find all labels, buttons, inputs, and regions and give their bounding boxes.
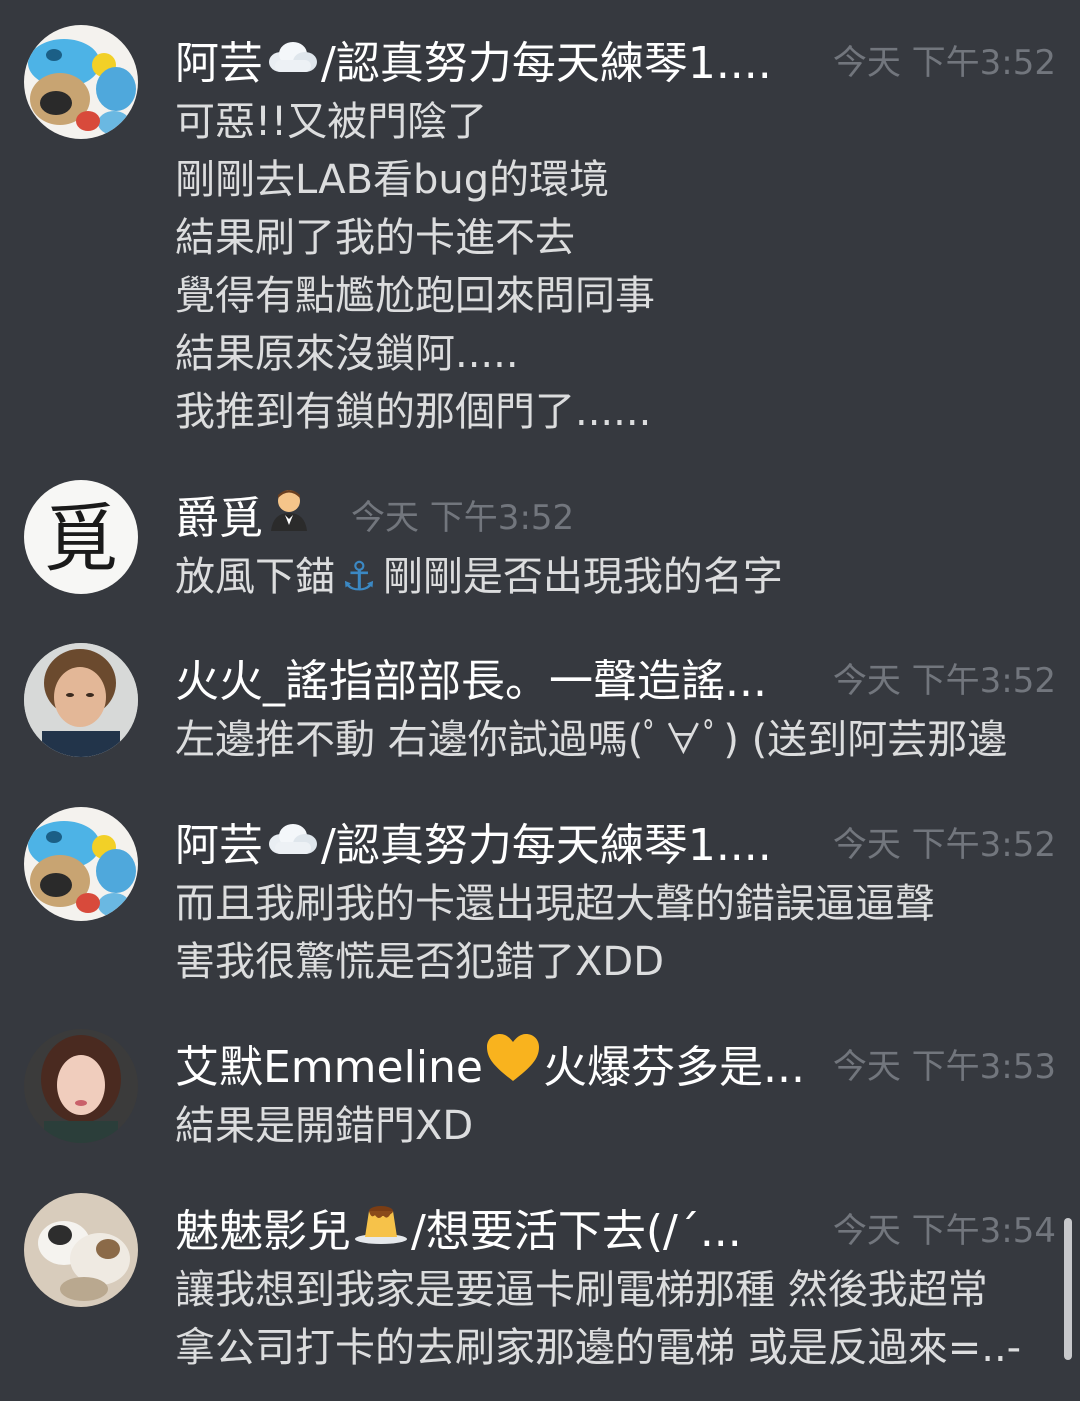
calligraphy-avatar-icon: 覓 xyxy=(24,480,138,594)
woman-photo-avatar-icon xyxy=(24,643,138,757)
girl-photo-avatar-icon xyxy=(24,1029,138,1143)
message-header: 爵覓 今天 下午3:52 xyxy=(175,480,1056,548)
timestamp: 今天 下午3:54 xyxy=(832,1210,1056,1251)
timestamp: 今天 下午3:52 xyxy=(832,660,1056,701)
message-line: 害我很驚慌是否犯錯了XDD xyxy=(175,939,665,985)
avatar[interactable] xyxy=(24,25,138,139)
username[interactable]: 艾默Emmeline 火爆芬多是... xyxy=(175,1031,805,1095)
username[interactable]: 阿芸 /認真努力每天練琴1.... xyxy=(175,809,772,873)
cloud-icon xyxy=(265,816,319,867)
anchor-icon: ⚓ xyxy=(341,554,377,600)
blue-plush-avatar-icon xyxy=(24,807,138,921)
username[interactable]: 魅魅影兒 /想要活下去(/´... xyxy=(175,1195,742,1259)
message-line: 放風下錨 ⚓ 剛剛是否出現我的名字 xyxy=(175,554,783,600)
svg-text:覓: 覓 xyxy=(44,496,118,582)
message-header: 魅魅影兒 /想要活下去(/´... 今天 下午3:54 xyxy=(175,1193,1056,1261)
timestamp: 今天 下午3:52 xyxy=(351,497,575,538)
blue-plush-avatar-icon xyxy=(24,25,138,139)
chat-message-list: 阿芸 /認真努力每天練琴1.... 今天 下午3:52 可惡!!又被門陰了 剛剛… xyxy=(0,0,1080,1401)
avatar[interactable]: 覓 xyxy=(24,480,138,594)
message-content: 結果是開錯門XD xyxy=(175,1097,1056,1155)
message-content: 而且我刷我的卡還出現超大聲的錯誤逼逼聲 害我很驚慌是否犯錯了XDD xyxy=(175,875,1056,991)
avatar[interactable] xyxy=(24,1193,138,1307)
scrollbar-thumb[interactable] xyxy=(1064,1218,1072,1360)
man-in-tuxedo-icon xyxy=(265,485,313,544)
message-header: 阿芸 /認真努力每天練琴1.... 今天 下午3:52 xyxy=(175,807,1056,875)
avatar[interactable] xyxy=(24,643,138,757)
message-header: 阿芸 /認真努力每天練琴1.... 今天 下午3:52 xyxy=(175,25,1056,93)
custard-pudding-icon xyxy=(353,1199,409,1256)
message-content: 左邊推不動 右邊你試過嗎(ﾟ∀ﾟ) (送到阿芸那邊 xyxy=(175,711,1056,769)
message-line: 結果刷了我的卡進不去 xyxy=(175,215,575,261)
timestamp: 今天 下午3:53 xyxy=(832,1046,1056,1087)
username[interactable]: 爵覓 xyxy=(175,482,315,546)
message-content: 放風下錨 ⚓ 剛剛是否出現我的名字 xyxy=(175,548,1056,606)
message-line: 而且我刷我的卡還出現超大聲的錯誤逼逼聲 xyxy=(175,881,935,927)
message-header: 艾默Emmeline 火爆芬多是... 今天 下午3:53 xyxy=(175,1029,1056,1097)
message-line: 剛剛去LAB看bug的環境 xyxy=(175,157,610,203)
timestamp: 今天 下午3:52 xyxy=(832,42,1056,83)
username[interactable]: 火火_謠指部部長。一聲造謠... xyxy=(175,645,767,709)
timestamp: 今天 下午3:52 xyxy=(832,824,1056,865)
message-content: 可惡!!又被門陰了 剛剛去LAB看bug的環境 結果刷了我的卡進不去 覺得有點尷… xyxy=(175,93,1056,441)
cloud-icon xyxy=(265,34,319,85)
username[interactable]: 阿芸 /認真努力每天練琴1.... xyxy=(175,27,772,91)
message-line: 我推到有鎖的那個門了...... xyxy=(175,389,652,435)
message-line: 讓我想到我家是要逼卡刷電梯那種 然後我超常 xyxy=(175,1267,988,1313)
message-line: 結果原來沒鎖阿..... xyxy=(175,331,519,377)
message-line: 結果是開錯門XD xyxy=(175,1103,474,1149)
cats-photo-avatar-icon xyxy=(24,1193,138,1307)
yellow-heart-icon xyxy=(485,1033,541,1094)
message-header: 火火_謠指部部長。一聲造謠... 今天 下午3:52 xyxy=(175,643,1056,711)
message-line: 左邊推不動 右邊你試過嗎(ﾟ∀ﾟ) (送到阿芸那邊 xyxy=(175,717,1008,763)
message-line: 可惡!!又被門陰了 xyxy=(175,99,488,145)
message-line: 拿公司打卡的去刷家那邊的電梯 或是反過來=..- xyxy=(175,1325,1022,1371)
message-line: 覺得有點尷尬跑回來問同事 xyxy=(175,273,655,319)
avatar[interactable] xyxy=(24,1029,138,1143)
message-content: 讓我想到我家是要逼卡刷電梯那種 然後我超常 拿公司打卡的去刷家那邊的電梯 或是反… xyxy=(175,1261,1056,1377)
avatar[interactable] xyxy=(24,807,138,921)
